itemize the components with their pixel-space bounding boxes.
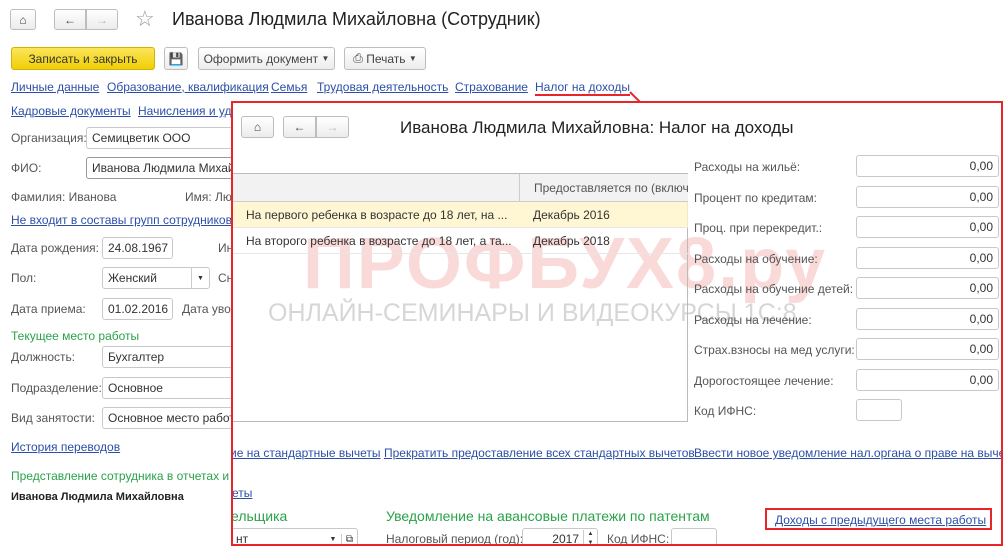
tab-income-tax[interactable]: Налог на доходы	[535, 80, 630, 96]
status-select[interactable]: нт ▼ ⧉	[233, 528, 358, 546]
fire-label: Дата уво	[182, 302, 231, 316]
deduction-field[interactable]: 0,00	[856, 307, 999, 330]
create-document-label: Оформить документ	[203, 51, 319, 66]
employment-label: Вид занятости:	[11, 411, 95, 425]
name-text: Имя: Лю	[185, 190, 232, 204]
fio-field[interactable]: Иванова Людмила Михай	[86, 157, 246, 179]
open-icon[interactable]: ⧉	[341, 533, 357, 544]
favorite-star-icon[interactable]: ☆	[135, 6, 155, 32]
forward-button[interactable]: →	[86, 9, 118, 30]
tab-work[interactable]: Трудовая деятельность	[317, 80, 448, 94]
deduction-label: Дорогостоящее лечение:	[694, 373, 834, 388]
deduction-label: Расходы на обучение:	[694, 251, 818, 266]
deduction-field[interactable]: 0,00	[856, 216, 999, 238]
dept-field[interactable]: Основное	[102, 377, 242, 399]
tab-insurance[interactable]: Страхование	[455, 80, 528, 94]
org-field[interactable]: Семицветик ООО	[86, 127, 246, 149]
tab-accruals[interactable]: Начисления и уд	[138, 104, 232, 118]
popup-back-button[interactable]: ←	[283, 116, 316, 138]
deduction-field[interactable]: 0,00	[856, 368, 999, 391]
sex-value: Женский	[108, 271, 157, 285]
ifns2-field[interactable]	[671, 528, 717, 544]
printer-icon: ⎙	[353, 51, 363, 65]
taxpayer-heading: ельщика	[231, 508, 288, 524]
deduction-label: Проц. при перекредит.:	[694, 221, 823, 235]
chevron-down-icon[interactable]: ▼	[325, 536, 341, 543]
surname-text: Фамилия: Иванова	[11, 190, 117, 204]
deductions-table: Предоставляется по (включ На первого реб…	[233, 173, 689, 422]
dept-label: Подразделение:	[11, 381, 102, 395]
fio-label: ФИО:	[11, 161, 42, 175]
deduction-label: Расходы на жильё:	[694, 160, 801, 174]
table-row[interactable]: На первого ребенка в возрасте до 18 лет,…	[233, 202, 688, 228]
stop-deductions-link[interactable]: Прекратить предоставление всех стандартн…	[384, 446, 695, 460]
income-tax-window: ⌂ ← → Иванова Людмила Михайловна: Налог …	[231, 101, 1003, 546]
create-document-button[interactable]: Оформить документ ▼	[198, 47, 335, 70]
print-button[interactable]: ⎙ Печать ▼	[344, 47, 426, 70]
reports-link[interactable]: еты	[233, 486, 252, 500]
deduction-label: Расходы на обучение детей:	[694, 282, 854, 296]
tab-family[interactable]: Семья	[271, 80, 307, 94]
window-title: Иванова Людмила Михайловна (Сотрудник)	[172, 9, 541, 29]
standard-deductions-link[interactable]: ие на стандартные вычеты	[233, 446, 381, 460]
deduction-field[interactable]: 0,00	[856, 277, 999, 299]
popup-home-button[interactable]: ⌂	[241, 116, 274, 138]
prev-income-link[interactable]: Доходы с предыдущего места работы	[775, 513, 986, 527]
tab-hr-documents[interactable]: Кадровые документы	[11, 104, 131, 118]
sex-label: Пол:	[11, 271, 37, 285]
table-cell: На второго ребенка в возрасте до 18 лет,…	[246, 234, 512, 248]
table-row[interactable]: На второго ребенка в возрасте до 18 лет,…	[233, 228, 688, 254]
deduction-label: Процент по кредитам:	[694, 190, 818, 205]
back-button[interactable]: ←	[54, 9, 86, 30]
chevron-down-icon: ▼	[408, 54, 417, 63]
groups-link[interactable]: Не входит в составы групп сотрудников.	[11, 213, 235, 227]
birth-date-field[interactable]: 24.08.1967	[102, 237, 173, 259]
popup-forward-button[interactable]: →	[316, 116, 349, 138]
ifns-label: Код ИФНС:	[694, 404, 757, 418]
sex-select[interactable]: Женский ▼	[102, 267, 210, 289]
deduction-field[interactable]: 0,00	[856, 246, 999, 269]
popup-title: Иванова Людмила Михайловна: Налог на дох…	[400, 118, 794, 137]
ifns-field[interactable]	[856, 399, 902, 421]
chevron-down-icon: ▼	[321, 54, 330, 63]
period-field[interactable]: 2017 ▲ ▼	[522, 528, 598, 546]
print-label: Печать	[366, 51, 406, 66]
table-header: Предоставляется по (включ	[233, 174, 689, 202]
period-label: Налоговый период (год):	[386, 532, 524, 546]
chevron-down-icon[interactable]: ▼	[191, 268, 209, 288]
status-value: нт	[236, 532, 249, 546]
birth-label: Дата рождения:	[11, 241, 99, 255]
hire-date-field[interactable]: 01.02.2016	[102, 298, 173, 320]
ifns2-label: Код ИФНС:	[607, 532, 670, 546]
save-close-button[interactable]: Записать и закрыть	[11, 47, 155, 70]
table-cell: На первого ребенка в возрасте до 18 лет,…	[246, 208, 508, 222]
history-link[interactable]: История переводов	[11, 440, 120, 454]
deduction-field[interactable]: 0,00	[856, 185, 999, 208]
new-notice-link[interactable]: Ввести новое уведомление нал.органа о пр…	[694, 446, 1001, 460]
representation-value: Иванова Людмила Михайловна	[11, 491, 184, 503]
position-field[interactable]: Бухгалтер	[102, 346, 242, 368]
table-cell: Декабрь 2016	[533, 208, 610, 222]
prev-income-highlight: Доходы с предыдущего места работы	[765, 508, 992, 530]
column-header[interactable]: Предоставляется по (включ	[519, 174, 689, 202]
representation-heading: Представление сотрудника в отчетах и д	[11, 469, 240, 483]
table-cell: Декабрь 2018	[533, 234, 610, 248]
home-button[interactable]: ⌂	[10, 9, 36, 30]
deduction-label: Страх.взносы на мед услуги:	[694, 343, 855, 357]
current-work-heading: Текущее место работы	[11, 329, 140, 343]
tab-education[interactable]: Образование, квалификация	[107, 80, 269, 94]
patent-heading: Уведомление на авансовые платежи по пате…	[386, 508, 710, 524]
deduction-field[interactable]: 0,00	[856, 338, 999, 360]
deduction-field[interactable]: 0,00	[856, 155, 999, 177]
save-icon[interactable]: 💾	[164, 47, 188, 70]
period-value: 2017	[552, 532, 579, 546]
deduction-label: Расходы на лечение:	[694, 312, 812, 327]
org-label: Организация:	[11, 131, 87, 145]
tab-personal[interactable]: Личные данные	[11, 80, 99, 94]
employment-field[interactable]: Основное место работы	[102, 407, 242, 429]
position-label: Должность:	[11, 350, 76, 364]
hire-label: Дата приема:	[11, 302, 86, 316]
stepper-icon[interactable]: ▲ ▼	[583, 530, 597, 544]
